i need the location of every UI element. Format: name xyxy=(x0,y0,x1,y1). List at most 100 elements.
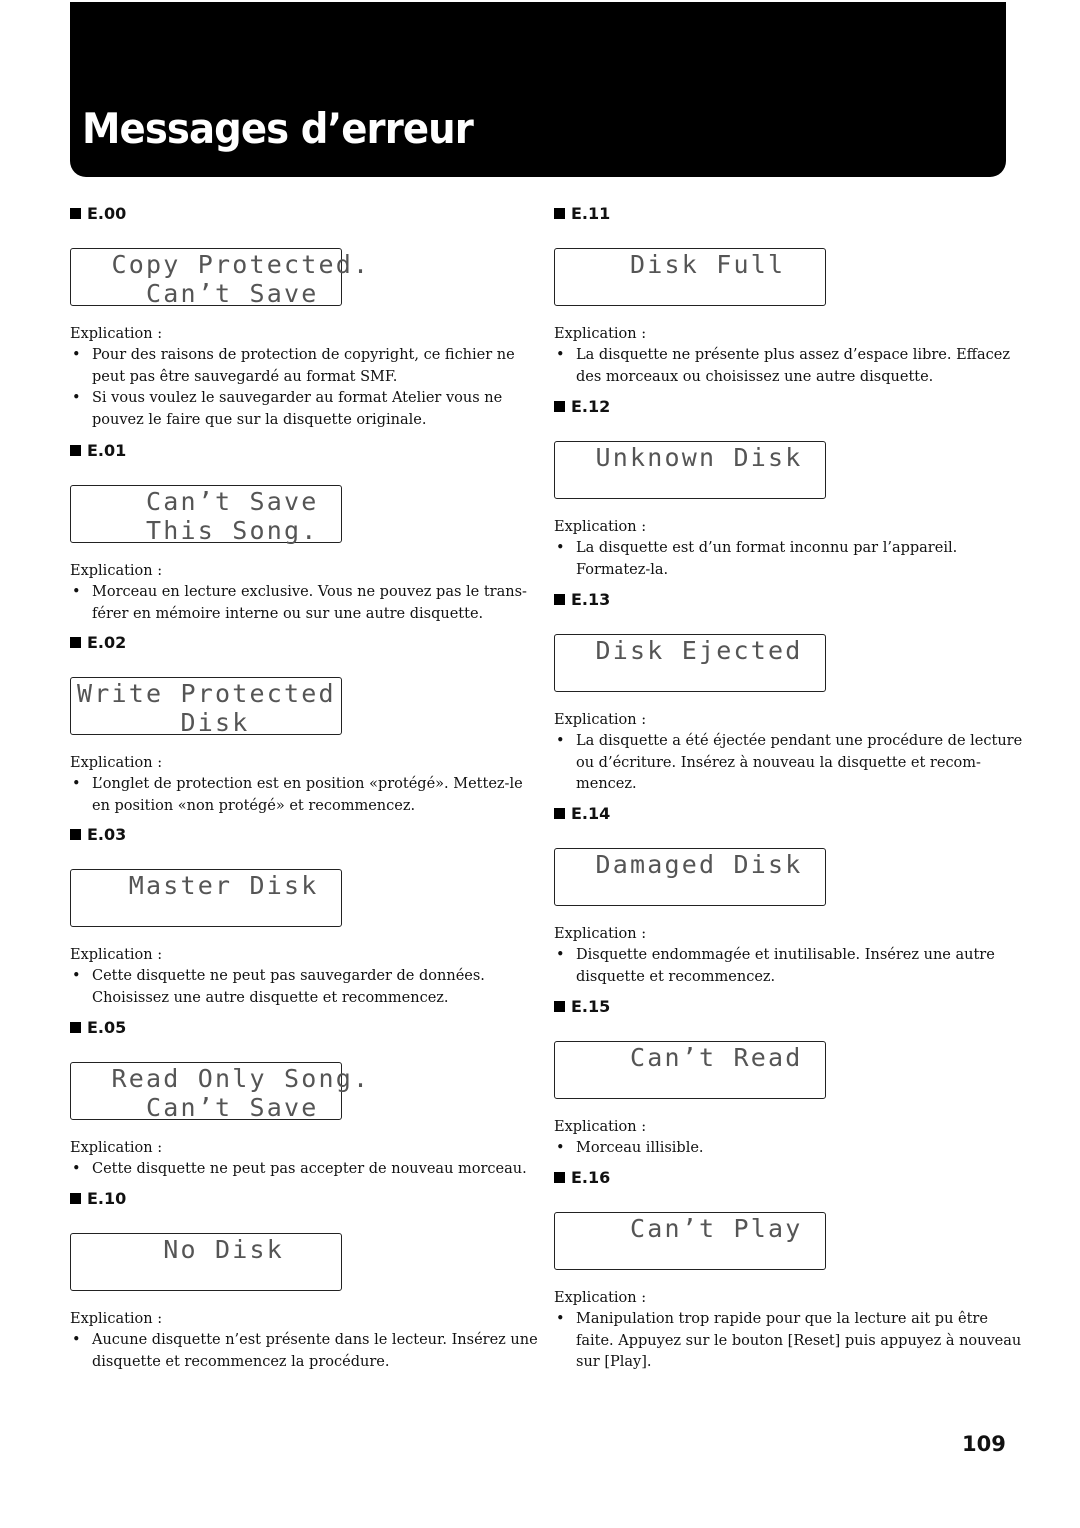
lcd-display: Unknown Disk xyxy=(554,441,826,499)
lcd-line-1: Disk Full xyxy=(561,250,786,279)
error-entry-e11: E.11 Disk Full Explication : • La disquet… xyxy=(554,203,1024,388)
lcd-line-1: Master Disk xyxy=(77,871,319,900)
explanation-text: La disquette est d’un format inconnu par… xyxy=(576,540,958,578)
lcd-line-1: No Disk xyxy=(77,1235,285,1264)
explication-label: Explication : xyxy=(70,755,163,771)
bullet-dot-icon: • xyxy=(72,390,81,406)
explanation-list: • Morceau illisible. xyxy=(554,1138,1024,1160)
bullet-dot-icon: • xyxy=(556,733,565,749)
error-code-heading: E.05 xyxy=(70,1017,540,1037)
error-entry-e03: E.03 Master Disk Explication : • Cette di… xyxy=(70,824,540,1009)
square-bullet-icon xyxy=(554,593,565,605)
explanation-list: • Manipulation trop rapide pour que la le… xyxy=(554,1309,1024,1374)
error-code: E.13 xyxy=(571,589,611,609)
square-bullet-icon xyxy=(554,1171,565,1183)
explanation-text: Manipulation trop rapide pour que la lec… xyxy=(576,1311,1022,1370)
lcd-display: Disk Full xyxy=(554,248,826,306)
lcd-line-1: Write Protected xyxy=(77,679,336,708)
error-code: E.15 xyxy=(571,996,611,1016)
error-code: E.16 xyxy=(571,1167,611,1187)
explication-label: Explication : xyxy=(554,926,647,942)
explication-label: Explication : xyxy=(70,1311,163,1327)
explanation-list: • Morceau en lecture exclusive. Vous ne p… xyxy=(70,582,540,625)
explanation-list: • La disquette ne présente plus assez d’e… xyxy=(554,345,1024,388)
explanation-item: • La disquette a été éjectée pendant une … xyxy=(554,731,1024,796)
square-bullet-icon xyxy=(70,207,81,219)
error-entry-e10: E.10 No Disk Explication : • Aucune disqu… xyxy=(70,1188,540,1373)
lcd-line-1: Can’t Play xyxy=(561,1214,803,1243)
explanation-item: • La disquette ne présente plus assez d’e… xyxy=(554,345,1024,388)
bullet-dot-icon: • xyxy=(72,1332,81,1348)
square-bullet-icon xyxy=(70,828,81,840)
lcd-display: No Disk xyxy=(70,1233,342,1291)
bullet-dot-icon: • xyxy=(72,968,81,984)
lcd-line-1: Copy Protected. xyxy=(77,250,371,279)
explication-label: Explication : xyxy=(554,1119,647,1135)
lcd-display: Can’t Play xyxy=(554,1212,826,1270)
error-code-heading: E.14 xyxy=(554,803,1024,823)
error-entry-e00: E.00 Copy Protected. Can’t Save Explicat… xyxy=(70,203,540,431)
explanation-item: • Cette disquette ne peut pas accepter de… xyxy=(70,1159,540,1181)
page-title: Messages d’erreur xyxy=(82,104,474,153)
lcd-line-2: Can’t Save xyxy=(77,1093,319,1122)
error-entry-e13: E.13 Disk Ejected Explication : • La disq… xyxy=(554,589,1024,796)
explanation-list: • La disquette a été éjectée pendant une … xyxy=(554,731,1024,796)
square-bullet-icon xyxy=(70,636,81,648)
square-bullet-icon xyxy=(70,1021,81,1033)
error-entry-e05: E.05 Read Only Song. Can’t Save Explicat… xyxy=(70,1017,540,1181)
explanation-list: • Pour des raisons de protection de copyr… xyxy=(70,345,540,431)
square-bullet-icon xyxy=(554,1000,565,1012)
explanation-text: Cette disquette ne peut pas accepter de … xyxy=(92,1161,527,1177)
lcd-display: Can’t Read xyxy=(554,1041,826,1099)
explanation-text: Morceau en lecture exclusive. Vous ne po… xyxy=(92,584,527,622)
explication-label: Explication : xyxy=(554,326,647,342)
square-bullet-icon xyxy=(70,1192,81,1204)
error-code: E.03 xyxy=(87,824,127,844)
error-entry-e14: E.14 Damaged Disk Explication : • Disquet… xyxy=(554,803,1024,988)
lcd-display: Disk Ejected xyxy=(554,634,826,692)
bullet-dot-icon: • xyxy=(72,584,81,600)
explanation-text: Si vous voulez le sauvegarder au format … xyxy=(92,390,503,428)
error-code-heading: E.03 xyxy=(70,824,540,844)
square-bullet-icon xyxy=(554,400,565,412)
lcd-display: Damaged Disk xyxy=(554,848,826,906)
error-code-heading: E.00 xyxy=(70,203,540,223)
explanation-item: • Cette disquette ne peut pas sauvegarder… xyxy=(70,966,540,1009)
square-bullet-icon xyxy=(554,207,565,219)
explanation-text: La disquette ne présente plus assez d’es… xyxy=(576,347,1010,385)
explanation-text: La disquette a été éjectée pendant une p… xyxy=(576,733,1023,792)
error-code-heading: E.12 xyxy=(554,396,1024,416)
error-code-heading: E.02 xyxy=(70,632,540,652)
lcd-display: Copy Protected. Can’t Save xyxy=(70,248,368,308)
error-entry-e12: E.12 Unknown Disk Explication : • La disq… xyxy=(554,396,1024,581)
bullet-dot-icon: • xyxy=(556,947,565,963)
explication-label: Explication : xyxy=(554,712,647,728)
explanation-text: Disquette endommagée et inutilisable. In… xyxy=(576,947,995,985)
explanation-list: • La disquette est d’un format inconnu pa… xyxy=(554,538,1024,581)
page-number: 109 xyxy=(962,1432,1006,1456)
error-code-heading: E.01 xyxy=(70,440,540,460)
explanation-list: • L’onglet de protection est en position … xyxy=(70,774,540,817)
lcd-display: Write Protected Disk xyxy=(70,677,342,737)
error-code-heading: E.11 xyxy=(554,203,1024,223)
explanation-text: Aucune disquette n’est présente dans le … xyxy=(92,1332,538,1370)
explanation-list: • Aucune disquette n’est présente dans le… xyxy=(70,1330,540,1373)
explanation-item: • L’onglet de protection est en position … xyxy=(70,774,540,817)
explanation-list: • Disquette endommagée et inutilisable. I… xyxy=(554,945,1024,988)
explanation-text: Morceau illisible. xyxy=(576,1140,704,1156)
error-entry-e15: E.15 Can’t Read Explication : • Morceau i… xyxy=(554,996,1024,1160)
error-code-heading: E.15 xyxy=(554,996,1024,1016)
explanation-item: • Morceau illisible. xyxy=(554,1138,1024,1160)
error-code: E.12 xyxy=(571,396,611,416)
bullet-dot-icon: • xyxy=(72,776,81,792)
explanation-item: • Manipulation trop rapide pour que la le… xyxy=(554,1309,1024,1374)
error-entry-e02: E.02 Write Protected Disk Explication : … xyxy=(70,632,540,817)
lcd-line-1: Can’t Read xyxy=(561,1043,803,1072)
error-code: E.11 xyxy=(571,203,611,223)
explication-label: Explication : xyxy=(554,1290,647,1306)
bullet-dot-icon: • xyxy=(556,347,565,363)
error-code: E.05 xyxy=(87,1017,127,1037)
explication-label: Explication : xyxy=(70,563,163,579)
lcd-display: Read Only Song. Can’t Save xyxy=(70,1062,368,1122)
square-bullet-icon xyxy=(554,807,565,819)
